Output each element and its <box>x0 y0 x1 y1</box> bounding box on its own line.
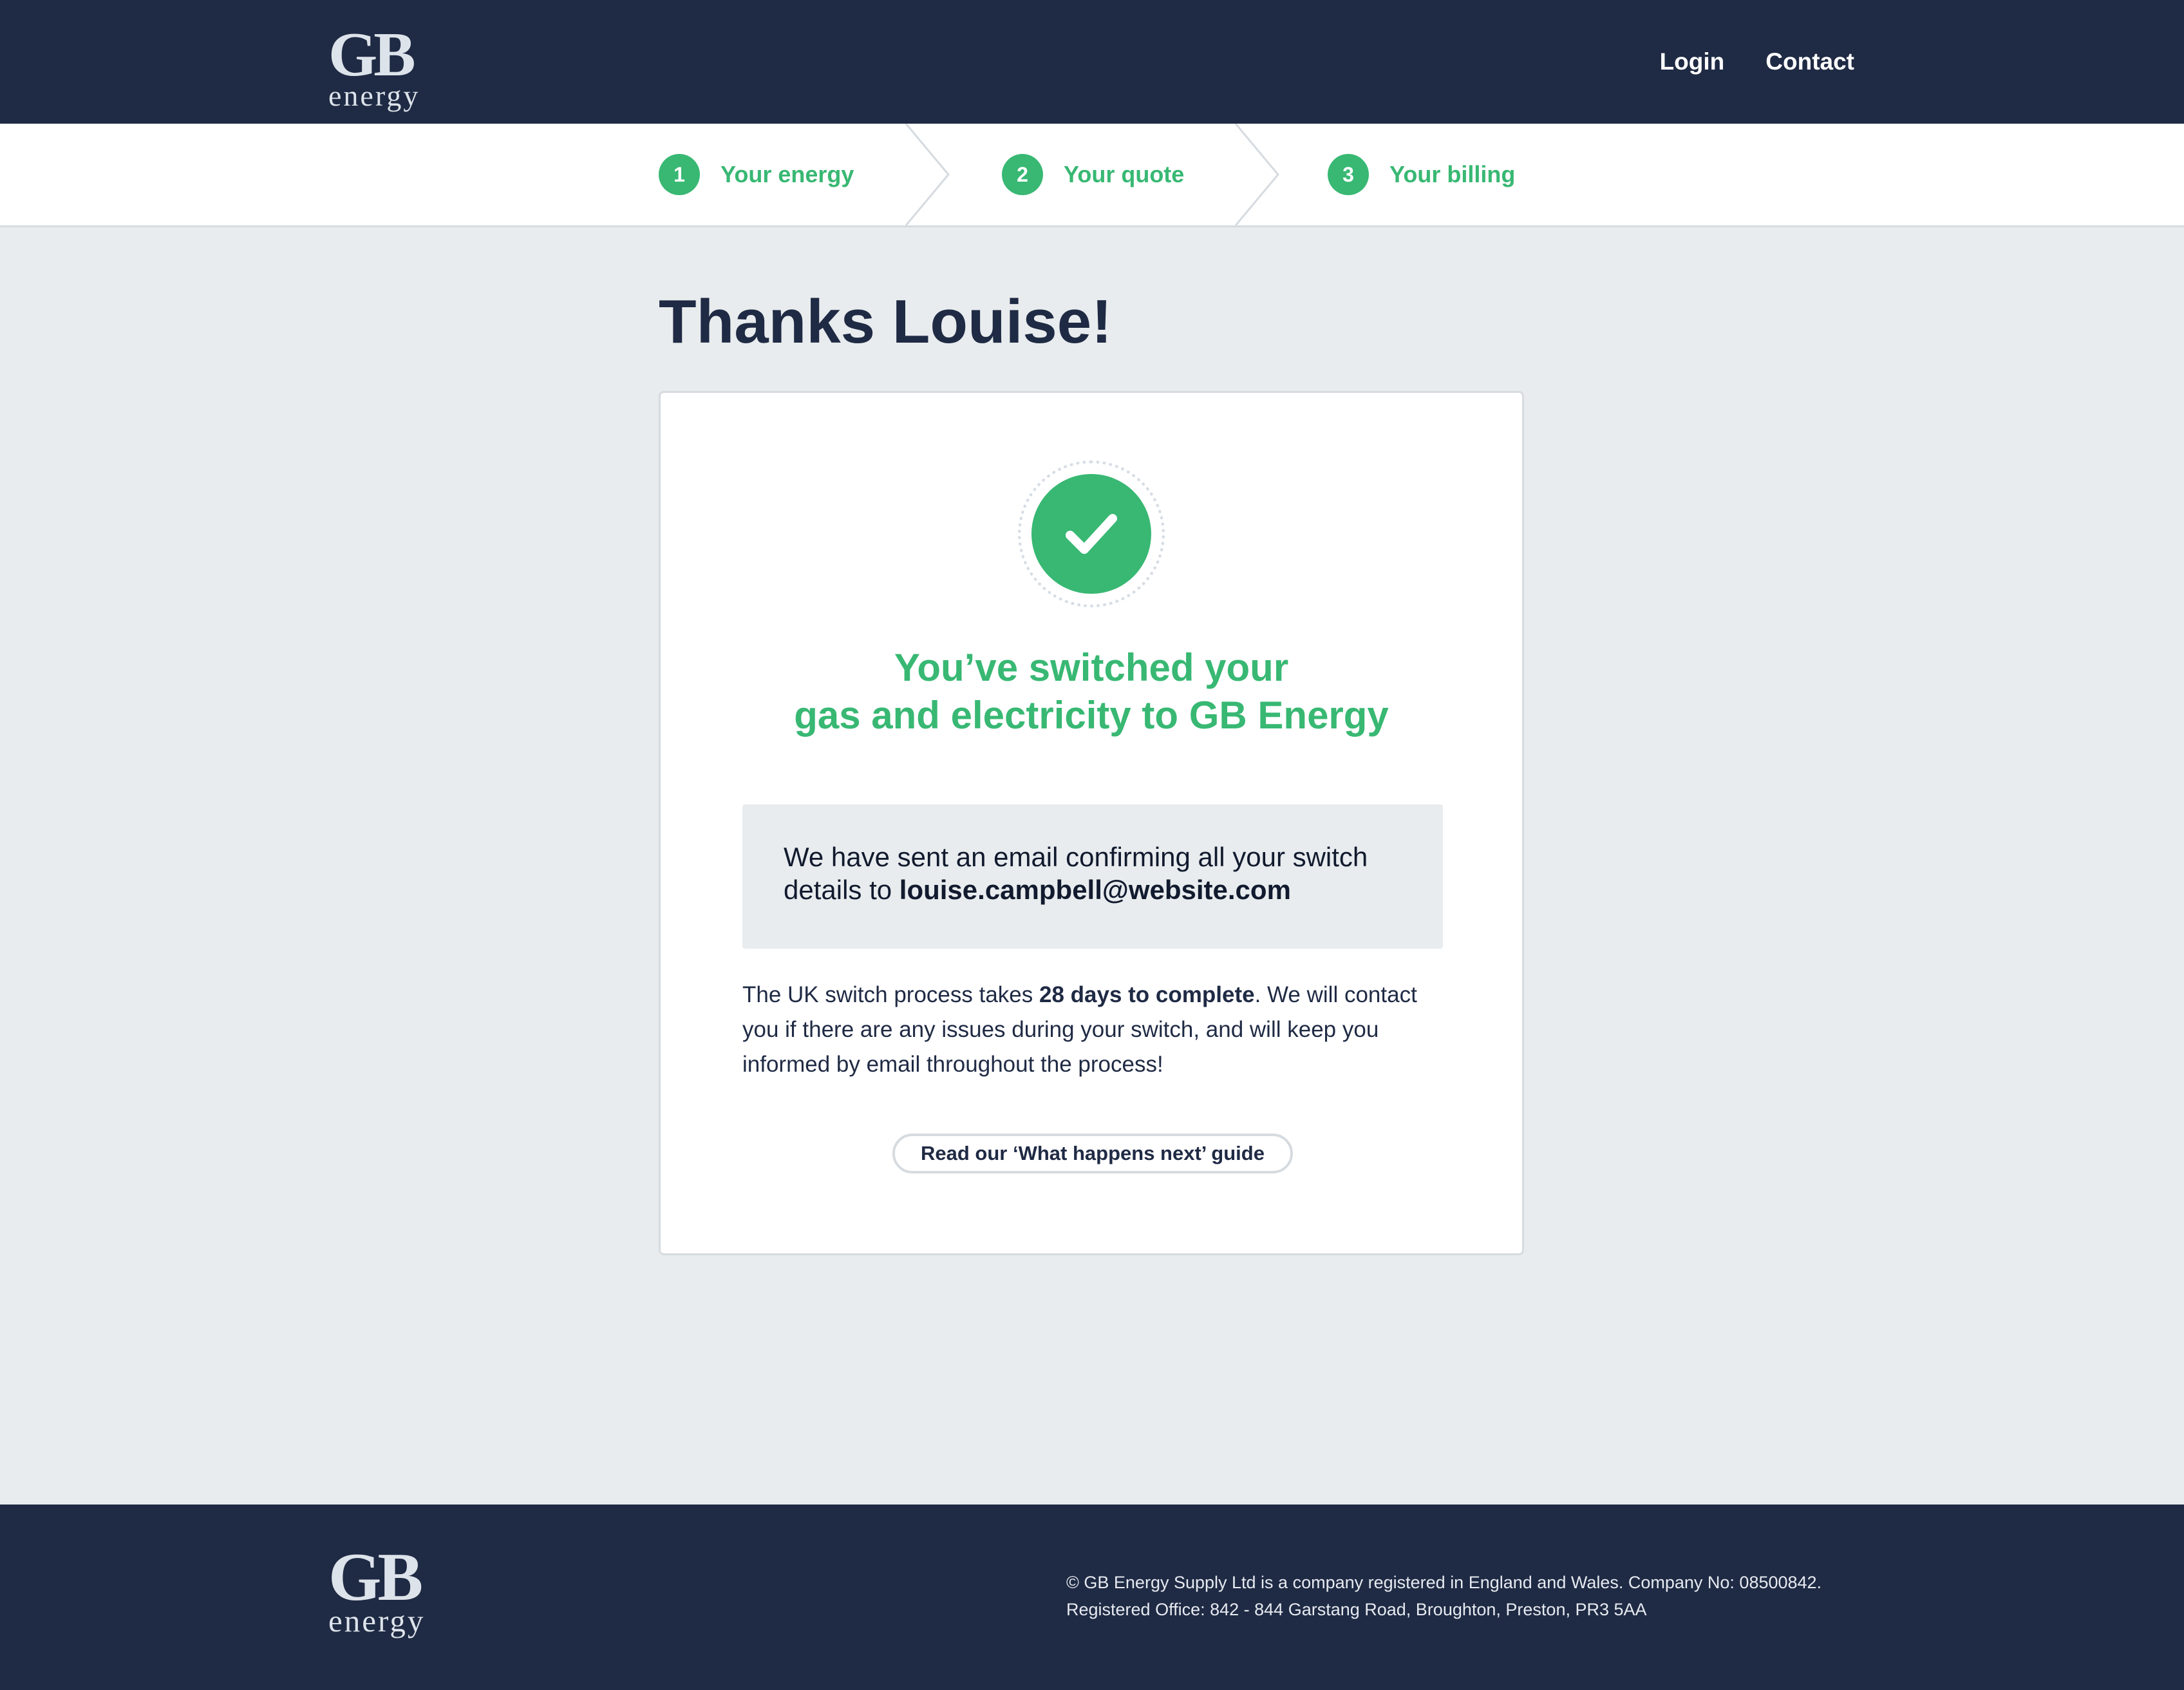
step-label: Your energy <box>720 161 854 187</box>
site-footer: GB energy © GB Energy Supply Ltd is a co… <box>0 1505 2184 1690</box>
progress-steps: 1 Your energy 2 Your quote 3 Your billin… <box>0 124 2184 227</box>
step-label: Your quote <box>1064 161 1185 187</box>
step-number: 1 <box>659 154 700 195</box>
step-number: 2 <box>1002 154 1043 195</box>
footer-registered-office: Registered Office: 842 - 844 Garstang Ro… <box>1066 1600 1647 1619</box>
success-badge <box>1018 460 1165 607</box>
step-your-quote[interactable]: 2 Your quote <box>1002 124 1184 225</box>
footer-company-info: © GB Energy Supply Ltd is a company regi… <box>1066 1573 1822 1592</box>
footer-gb-energy-logo: GB energy <box>328 1543 425 1637</box>
chevron-right-icon <box>905 124 950 225</box>
what-happens-next-guide-button[interactable]: Read our ‘What happens next’ guide <box>892 1134 1293 1173</box>
footer-logo-sub: energy <box>328 1603 426 1638</box>
success-line-1: You’ve switched your <box>894 646 1289 689</box>
logo-sub: energy <box>328 79 420 112</box>
success-circle <box>1031 474 1151 594</box>
footer-legal-text: © GB Energy Supply Ltd is a company regi… <box>1066 1569 1822 1623</box>
header-nav: Login Contact <box>1660 0 1854 124</box>
success-line-2: gas and electricity to GB Energy <box>794 694 1389 737</box>
page-title: Thanks Louise! <box>659 287 1113 356</box>
step-your-energy[interactable]: 1 Your energy <box>659 124 854 225</box>
logo-main: GB <box>328 20 416 90</box>
footer-logo-main: GB <box>328 1539 423 1615</box>
email-confirmation-box: We have sent an email confirming all you… <box>742 804 1443 949</box>
switch-process-info: The UK switch process takes 28 days to c… <box>742 978 1451 1082</box>
step-label: Your billing <box>1389 161 1516 187</box>
checkmark-icon <box>1066 514 1117 554</box>
step-number: 3 <box>1328 154 1369 195</box>
confirmation-card: You’ve switched your gas and electricity… <box>659 391 1524 1255</box>
success-message: You’ve switched your gas and electricity… <box>661 644 1522 739</box>
site-header: GB energy Login Contact <box>0 0 2184 124</box>
chevron-right-icon <box>1234 124 1279 225</box>
gb-energy-logo[interactable]: GB energy <box>328 23 420 111</box>
process-duration: 28 days to complete <box>1039 982 1255 1007</box>
email-address: louise.campbell@website.com <box>899 875 1291 905</box>
process-text-start: The UK switch process takes <box>742 982 1039 1007</box>
login-link[interactable]: Login <box>1660 48 1725 75</box>
contact-link[interactable]: Contact <box>1765 48 1854 75</box>
step-your-billing[interactable]: 3 Your billing <box>1328 124 1515 225</box>
